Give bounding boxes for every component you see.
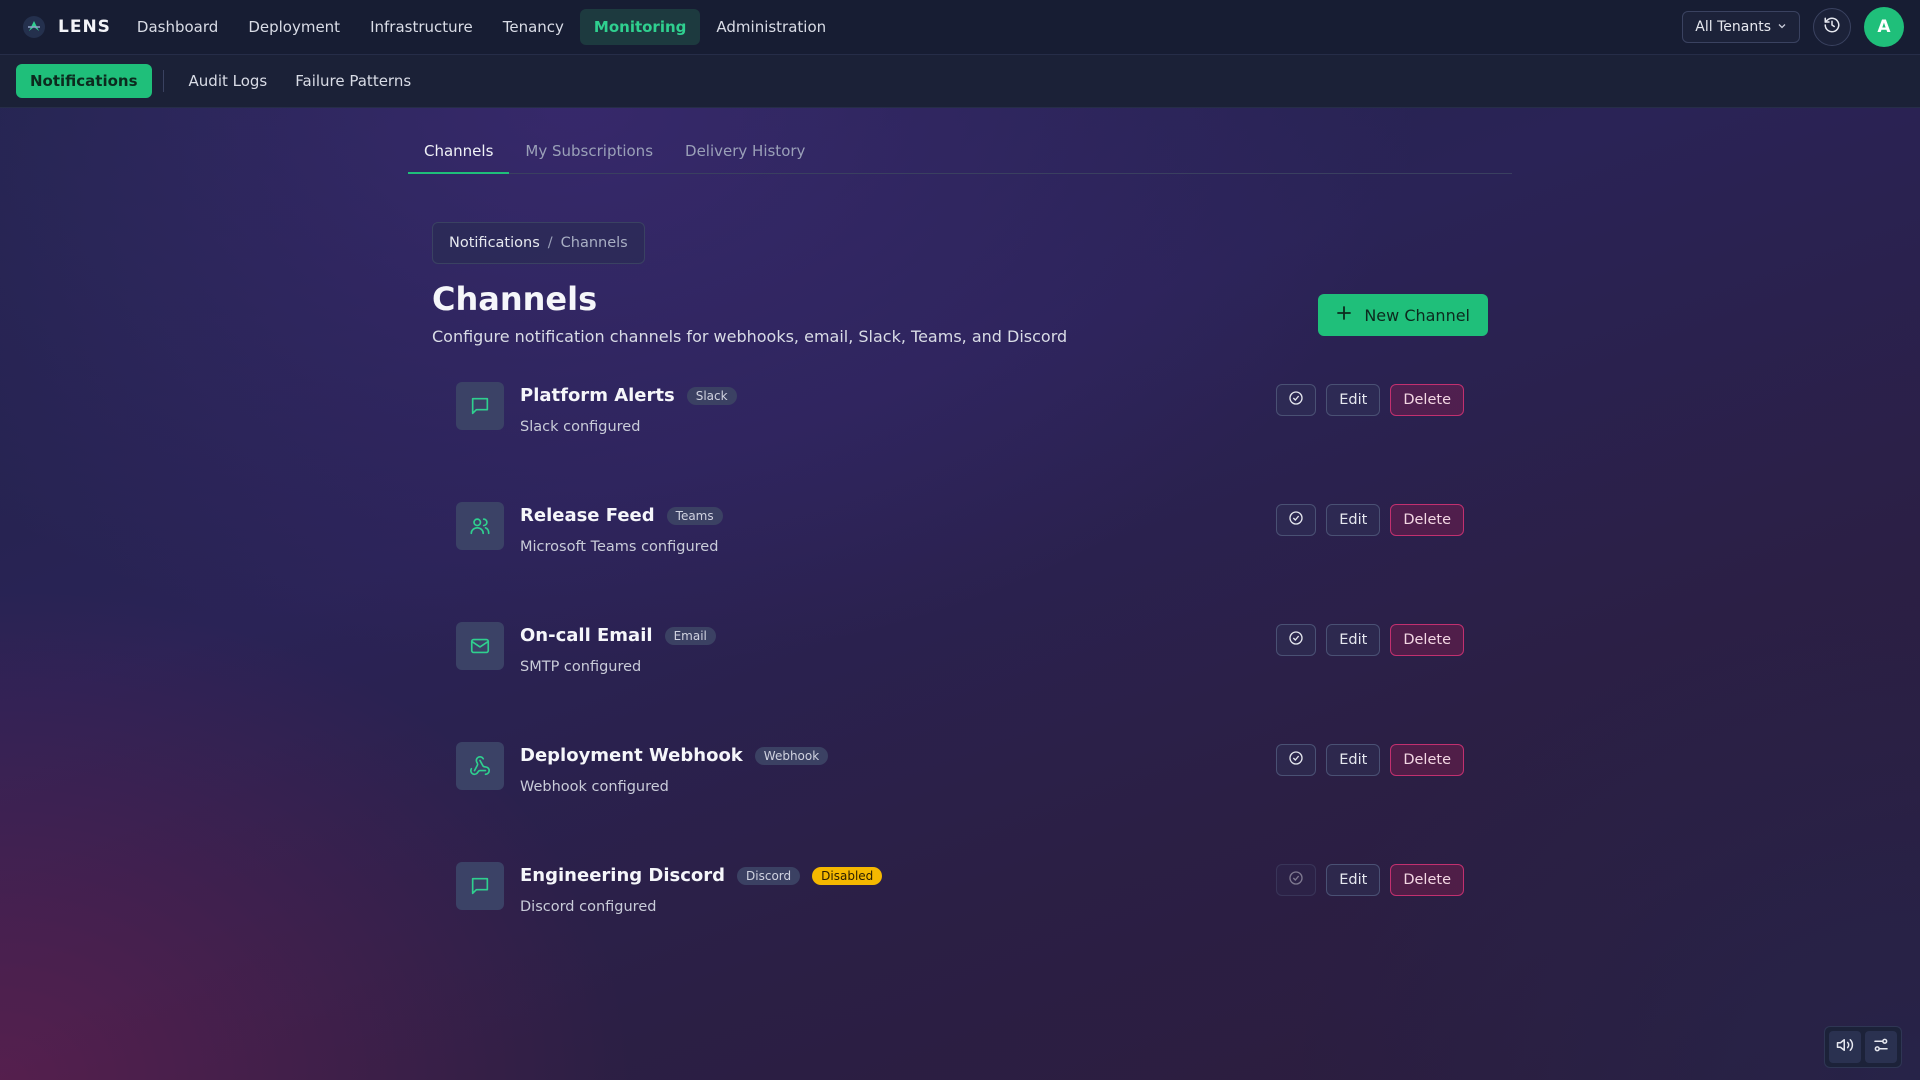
channel-description: Webhook configured: [520, 779, 669, 795]
edit-button[interactable]: Edit: [1326, 384, 1381, 416]
breadcrumb: Notifications / Channels: [432, 222, 645, 264]
plus-icon: [1336, 304, 1352, 326]
subnav-item-failure-patterns[interactable]: Failure Patterns: [281, 64, 425, 98]
volume-icon: [1836, 1036, 1854, 1058]
list-item: Release Feed Teams Microsoft Teams confi…: [456, 502, 1464, 622]
channel-type-badge: Webhook: [754, 746, 829, 765]
brand[interactable]: LENS: [22, 15, 111, 39]
top-right-controls: All Tenants A: [1682, 7, 1904, 47]
nav-item-deployment[interactable]: Deployment: [234, 9, 354, 45]
list-item: Platform Alerts Slack Slack configured E…: [456, 382, 1464, 502]
channel-type-badge: Email: [664, 626, 716, 645]
channel-list: Platform Alerts Slack Slack configured E…: [456, 382, 1464, 982]
avatar[interactable]: A: [1864, 7, 1904, 47]
tabs: Channels My Subscriptions Delivery Histo…: [408, 108, 1512, 174]
edit-button[interactable]: Edit: [1326, 504, 1381, 536]
test-channel-button[interactable]: [1276, 384, 1317, 416]
subnav-item-notifications[interactable]: Notifications: [16, 64, 152, 98]
list-item: On-call Email Email SMTP configured Edit…: [456, 622, 1464, 742]
tenant-select-label: All Tenants: [1695, 19, 1771, 35]
channel-description: Discord configured: [520, 899, 657, 915]
sound-toggle-button[interactable]: [1829, 1031, 1861, 1063]
list-item: Deployment Webhook Webhook Webhook confi…: [456, 742, 1464, 862]
delete-button[interactable]: Delete: [1390, 624, 1464, 656]
test-channel-button[interactable]: [1276, 624, 1317, 656]
channel-actions: Edit Delete: [1276, 864, 1464, 896]
tab-my-subscriptions[interactable]: My Subscriptions: [509, 142, 669, 173]
test-channel-button[interactable]: [1276, 504, 1317, 536]
brand-name: LENS: [58, 17, 111, 37]
check-circle-icon: [1288, 870, 1304, 890]
tab-channels[interactable]: Channels: [408, 142, 510, 174]
nav-item-tenancy[interactable]: Tenancy: [489, 9, 578, 45]
lens-logo-icon: [22, 15, 46, 39]
settings-toggle-button[interactable]: [1865, 1031, 1897, 1063]
delete-button[interactable]: Delete: [1390, 864, 1464, 896]
history-button[interactable]: [1813, 8, 1851, 46]
users-icon: [456, 502, 504, 550]
channel-description: SMTP configured: [520, 659, 642, 675]
webhook-icon: [456, 742, 504, 790]
edit-button[interactable]: Edit: [1326, 624, 1381, 656]
chevron-down-icon: [1777, 19, 1787, 35]
message-square-icon: [456, 382, 504, 430]
channel-name: Engineering Discord: [520, 865, 726, 886]
status-badge: Disabled: [812, 866, 883, 885]
check-circle-icon: [1288, 630, 1304, 650]
history-icon: [1823, 16, 1841, 38]
breadcrumb-current: Channels: [560, 235, 628, 251]
check-circle-icon: [1288, 750, 1304, 770]
channel-description: Microsoft Teams configured: [520, 539, 719, 555]
edit-button[interactable]: Edit: [1326, 744, 1381, 776]
check-circle-icon: [1288, 510, 1304, 530]
page-title: Channels: [432, 280, 598, 318]
channel-type-badge: Teams: [666, 506, 723, 525]
main-nav: Dashboard Deployment Infrastructure Tena…: [123, 9, 842, 45]
new-channel-label: New Channel: [1364, 305, 1470, 325]
nav-item-administration[interactable]: Administration: [702, 9, 840, 45]
sub-navigation-bar: Notifications Audit Logs Failure Pattern…: [0, 55, 1920, 108]
breadcrumb-separator: /: [547, 235, 553, 251]
tab-delivery-history[interactable]: Delivery History: [669, 142, 821, 173]
channel-type-badge: Discord: [737, 866, 801, 885]
channel-name: Deployment Webhook: [520, 745, 743, 766]
test-channel-button[interactable]: [1276, 744, 1317, 776]
channel-name: Platform Alerts: [520, 385, 675, 406]
channel-description: Slack configured: [520, 419, 641, 435]
page-header: Channels Configure notification channels…: [432, 264, 1488, 360]
nav-item-monitoring[interactable]: Monitoring: [579, 9, 701, 45]
subnav-item-audit-logs[interactable]: Audit Logs: [175, 64, 282, 98]
subnav-divider: [162, 70, 164, 92]
nav-item-infrastructure[interactable]: Infrastructure: [356, 9, 487, 45]
tenant-select[interactable]: All Tenants: [1682, 11, 1800, 43]
mail-icon: [456, 622, 504, 670]
nav-item-dashboard[interactable]: Dashboard: [123, 9, 232, 45]
delete-button[interactable]: Delete: [1390, 384, 1464, 416]
page-subtitle: Configure notification channels for webh…: [432, 327, 1068, 346]
channel-name: On-call Email: [520, 625, 653, 646]
corner-controls: [1824, 1026, 1902, 1068]
list-item: Engineering Discord Discord Disabled Dis…: [456, 862, 1464, 982]
breadcrumb-notifications[interactable]: Notifications: [449, 235, 540, 251]
new-channel-button[interactable]: New Channel: [1318, 294, 1488, 336]
delete-button[interactable]: Delete: [1390, 744, 1464, 776]
channel-actions: Edit Delete: [1276, 384, 1464, 416]
delete-button[interactable]: Delete: [1390, 504, 1464, 536]
main-content: Channels My Subscriptions Delivery Histo…: [408, 108, 1512, 982]
edit-button[interactable]: Edit: [1326, 864, 1381, 896]
check-circle-icon: [1288, 390, 1304, 410]
channel-type-badge: Slack: [686, 386, 737, 405]
channel-actions: Edit Delete: [1276, 504, 1464, 536]
test-channel-button[interactable]: [1276, 864, 1317, 896]
channel-actions: Edit Delete: [1276, 744, 1464, 776]
message-square-icon: [456, 862, 504, 910]
channel-name: Release Feed: [520, 505, 655, 526]
channel-actions: Edit Delete: [1276, 624, 1464, 656]
sliders-icon: [1872, 1036, 1890, 1058]
top-navigation-bar: LENS Dashboard Deployment Infrastructure…: [0, 0, 1920, 55]
